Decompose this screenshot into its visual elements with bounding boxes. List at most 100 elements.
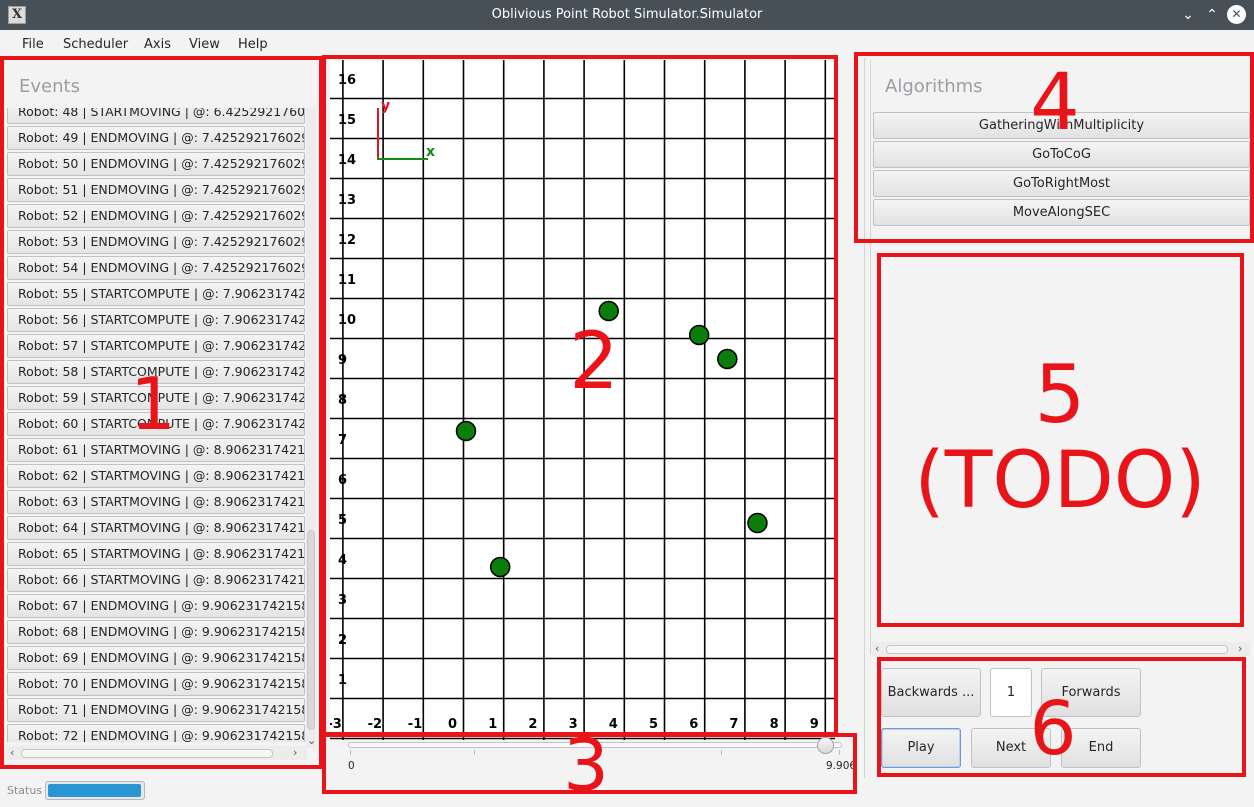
backwards-button[interactable]: Backwards ... xyxy=(881,668,981,717)
event-item[interactable]: Robot: 66 | STARTMOVING | @: 8.906231742… xyxy=(7,568,305,592)
y-tick-label: 13 xyxy=(338,193,356,208)
y-tick-label: 1 xyxy=(338,673,347,688)
scrollbar-thumb[interactable] xyxy=(21,749,273,758)
scroll-right-icon[interactable]: › xyxy=(293,746,297,759)
event-item[interactable]: Robot: 59 | STARTCOMPUTE | @: 7.90623174… xyxy=(7,386,305,410)
events-vertical-scrollbar[interactable] xyxy=(306,108,316,748)
menu-scheduler[interactable]: Scheduler xyxy=(63,37,128,52)
event-item[interactable]: Robot: 61 | STARTMOVING | @: 8.906231742… xyxy=(7,438,305,462)
event-item[interactable]: Robot: 70 | ENDMOVING | @: 9.90623174215… xyxy=(7,672,305,696)
y-tick-label: 14 xyxy=(338,153,356,168)
panel-divider xyxy=(870,60,871,655)
y-tick-label: 7 xyxy=(338,433,347,448)
time-slider-thumb[interactable] xyxy=(817,737,834,754)
event-item[interactable]: Robot: 48 | STARTMOVING | @: 6.425292176… xyxy=(7,108,305,124)
event-item[interactable]: Robot: 51 | ENDMOVING | @: 7.42529217602… xyxy=(7,178,305,202)
x-tick-label: 3 xyxy=(569,717,578,732)
y-tick-label: 12 xyxy=(338,233,356,248)
menu-file[interactable]: File xyxy=(22,37,44,52)
y-tick-label: 15 xyxy=(338,113,356,128)
event-item[interactable]: Robot: 67 | ENDMOVING | @: 9.90623174215… xyxy=(7,594,305,618)
event-item[interactable]: Robot: 68 | ENDMOVING | @: 9.90623174215… xyxy=(7,620,305,644)
menu-help[interactable]: Help xyxy=(238,37,268,52)
next-button[interactable]: Next xyxy=(971,728,1051,768)
y-tick-label: 5 xyxy=(338,513,347,528)
event-item[interactable]: Robot: 60 | STARTCOMPUTE | @: 7.90623174… xyxy=(7,412,305,436)
y-tick-label: 11 xyxy=(338,273,356,288)
x-tick-label: -3 xyxy=(330,717,342,732)
slider-min-label: 0 xyxy=(348,760,355,772)
status-progress-bar xyxy=(45,781,145,800)
todo-panel xyxy=(872,250,1250,640)
event-item[interactable]: Robot: 53 | ENDMOVING | @: 7.42529217602… xyxy=(7,230,305,254)
algorithm-button-movealongsec[interactable]: MoveAlongSEC xyxy=(873,199,1250,226)
event-item[interactable]: Robot: 54 | ENDMOVING | @: 7.42529217602… xyxy=(7,256,305,280)
robot[interactable] xyxy=(455,420,477,442)
y-axis-indicator-label: y xyxy=(381,98,390,114)
status-bar xyxy=(0,777,1254,805)
event-item[interactable]: Robot: 58 | STARTCOMPUTE | @: 7.90623174… xyxy=(7,360,305,384)
scrollbar-thumb[interactable] xyxy=(886,645,1228,654)
forwards-button[interactable]: Forwards xyxy=(1041,668,1141,717)
events-horizontal-scrollbar[interactable]: ‹ › xyxy=(7,746,307,760)
robot[interactable] xyxy=(747,512,768,534)
slider-tick xyxy=(839,750,840,755)
event-item[interactable]: Robot: 64 | STARTMOVING | @: 8.906231742… xyxy=(7,516,305,540)
event-item[interactable]: Robot: 50 | ENDMOVING | @: 7.42529217602… xyxy=(7,152,305,176)
event-item[interactable]: Robot: 55 | STARTCOMPUTE | @: 7.90623174… xyxy=(7,282,305,306)
slider-tick xyxy=(597,750,598,755)
event-item[interactable]: Robot: 71 | ENDMOVING | @: 9.90623174215… xyxy=(7,698,305,722)
panel-divider[interactable] xyxy=(864,58,865,778)
x-tick-label: 8 xyxy=(770,717,779,732)
y-tick-label: 2 xyxy=(338,633,347,648)
event-item[interactable]: Robot: 72 | ENDMOVING | @: 9.90623174215… xyxy=(7,724,305,742)
algorithm-button-gotocog[interactable]: GoToCoG xyxy=(873,141,1250,168)
scroll-left-icon[interactable]: ‹ xyxy=(10,746,14,759)
event-item[interactable]: Robot: 69 | ENDMOVING | @: 9.90623174215… xyxy=(7,646,305,670)
event-item[interactable]: Robot: 62 | STARTMOVING | @: 8.906231742… xyxy=(7,464,305,488)
status-label: Status xyxy=(7,784,43,797)
event-item[interactable]: Robot: 56 | STARTCOMPUTE | @: 7.90623174… xyxy=(7,308,305,332)
grid-canvas[interactable]: -3-2-10123456789123456789101112131415161… xyxy=(330,60,835,740)
x-axis-indicator-label: x xyxy=(426,144,435,160)
y-tick-label: 16 xyxy=(338,73,356,88)
close-button[interactable]: ✕ xyxy=(1227,5,1246,24)
scrollbar-thumb[interactable] xyxy=(307,530,315,730)
y-tick-label: 4 xyxy=(338,553,347,568)
play-button[interactable]: Play xyxy=(881,728,961,768)
window-titlebar: X Oblivious Point Robot Simulator.Simula… xyxy=(0,0,1254,30)
maximize-button[interactable]: ⌃ xyxy=(1202,5,1222,25)
y-tick-label: 3 xyxy=(338,593,347,608)
robot[interactable] xyxy=(688,324,710,346)
window-title: Oblivious Point Robot Simulator.Simulato… xyxy=(491,7,763,22)
menu-view[interactable]: View xyxy=(189,37,220,52)
event-item[interactable]: Robot: 57 | STARTCOMPUTE | @: 7.90623174… xyxy=(7,334,305,358)
event-item[interactable]: Robot: 52 | ENDMOVING | @: 7.42529217602… xyxy=(7,204,305,228)
robot[interactable] xyxy=(717,348,738,370)
time-slider-track[interactable] xyxy=(348,742,842,748)
todo-horizontal-scrollbar[interactable]: ‹ › xyxy=(872,642,1250,656)
slider-tick xyxy=(350,750,351,755)
x-tick-label: -1 xyxy=(408,717,422,732)
scroll-down-icon[interactable]: ⌄ xyxy=(307,734,316,747)
menu-axis[interactable]: Axis xyxy=(144,37,171,52)
scroll-left-icon[interactable]: ‹ xyxy=(875,642,879,655)
x-tick-label: -2 xyxy=(368,717,382,732)
event-item[interactable]: Robot: 49 | ENDMOVING | @: 7.42529217602… xyxy=(7,126,305,150)
end-button[interactable]: End xyxy=(1061,728,1141,768)
y-tick-label: 9 xyxy=(338,353,347,368)
event-item[interactable]: Robot: 63 | STARTMOVING | @: 8.906231742… xyxy=(7,490,305,514)
minimize-button[interactable]: ⌄ xyxy=(1178,5,1198,25)
event-item[interactable]: Robot: 65 | STARTMOVING | @: 8.906231742… xyxy=(7,542,305,566)
algorithm-button-gathering[interactable]: GatheringWithMultiplicity xyxy=(873,112,1250,139)
x-tick-label: 4 xyxy=(609,717,618,732)
x-tick-label: 9 xyxy=(810,717,819,732)
scroll-right-icon[interactable]: › xyxy=(1238,642,1242,655)
x-tick-label: 7 xyxy=(729,717,738,732)
robot[interactable] xyxy=(489,556,511,578)
simulation-grid[interactable]: -3-2-10123456789123456789101112131415161… xyxy=(330,60,835,740)
algorithm-button-gotorightmost[interactable]: GoToRightMost xyxy=(873,170,1250,197)
robot[interactable] xyxy=(598,300,619,322)
algorithms-title: Algorithms xyxy=(885,76,983,97)
step-input[interactable]: 1 xyxy=(990,668,1032,717)
